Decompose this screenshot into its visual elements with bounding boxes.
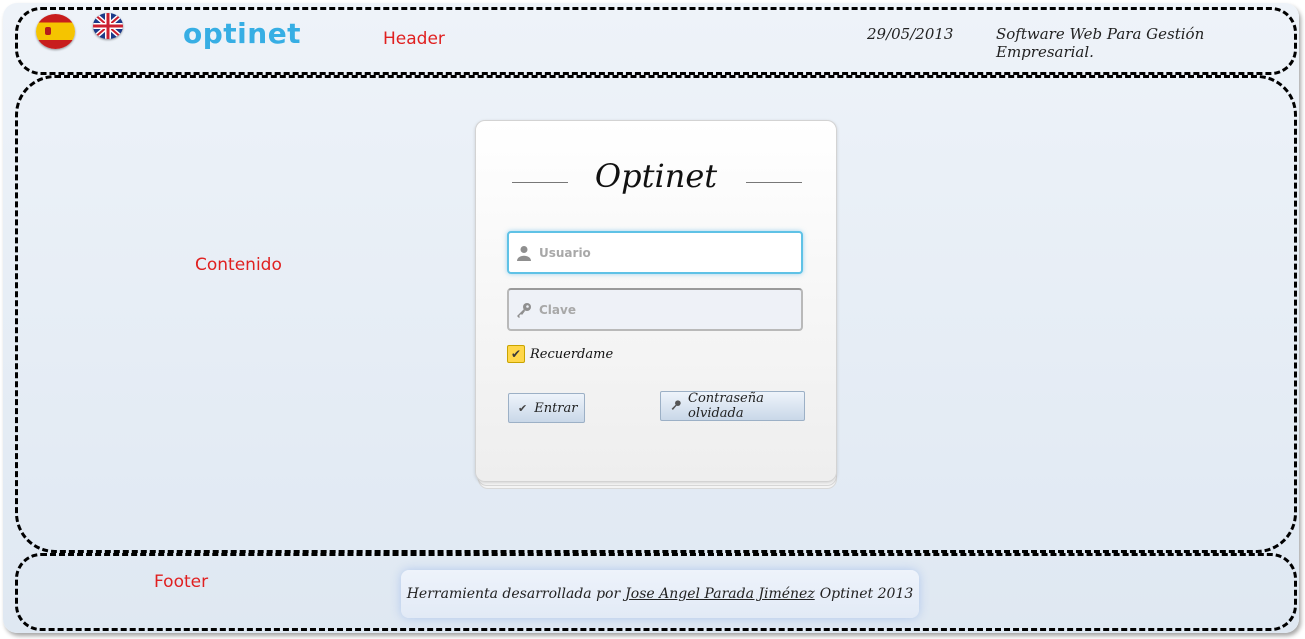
remember-checkbox[interactable]: ✔	[507, 345, 525, 363]
login-title: Optinet	[594, 157, 718, 195]
remember-me[interactable]: ✔ Recuerdame	[507, 345, 613, 363]
title-rule-right	[746, 182, 802, 183]
enter-button-label: Entrar	[534, 400, 578, 416]
login-card: Optinet ✔ Recuerdame ✔ Entrar Con	[475, 120, 837, 482]
remember-label: Recuerdame	[530, 346, 614, 362]
content-region-label: Contenido	[195, 255, 282, 275]
enter-button[interactable]: ✔ Entrar	[508, 393, 585, 423]
forgot-password-label: Contraseña olvidada	[688, 391, 764, 421]
footer-region-label: Footer	[154, 572, 209, 592]
key-icon	[671, 399, 681, 413]
check-icon: ✔	[518, 401, 528, 415]
password-input[interactable]	[539, 302, 779, 317]
footer-prefix: Herramienta desarrollada por	[406, 586, 621, 602]
author-link[interactable]: Jose Angel Parada Jiménez	[625, 586, 815, 602]
forgot-password-button[interactable]: Contraseña olvidada	[660, 391, 805, 421]
page-frame: optinet Header 29/05/2013 Software Web P…	[3, 3, 1299, 633]
header-region-label: Header	[383, 29, 445, 49]
password-field[interactable]	[507, 288, 803, 331]
header-tagline: Software Web Para Gestión Empresarial.	[996, 25, 1205, 61]
username-field[interactable]	[507, 231, 803, 274]
footer-suffix: Optinet 2013	[819, 586, 914, 602]
uk-flag-icon[interactable]	[93, 13, 123, 39]
optinet-logo[interactable]: optinet	[183, 17, 301, 50]
spain-flag-icon[interactable]	[36, 14, 75, 49]
key-icon	[509, 302, 539, 318]
username-input[interactable]	[539, 245, 779, 260]
user-icon	[509, 245, 539, 261]
footer-credits: Herramienta desarrollada por Jose Angel …	[401, 570, 919, 618]
header-date: 29/05/2013	[867, 25, 954, 43]
